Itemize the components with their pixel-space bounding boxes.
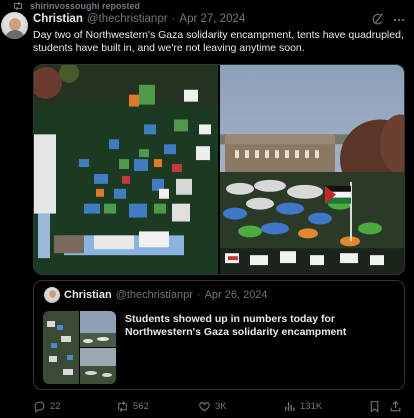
quoted-post[interactable]: Christian @thechristianpr · Apr 26, 2024… bbox=[33, 280, 405, 390]
views-button[interactable]: 131K bbox=[283, 398, 322, 414]
quoted-author-avatar bbox=[44, 287, 60, 303]
repost-button[interactable]: 562 bbox=[116, 398, 149, 414]
like-button[interactable]: 3K bbox=[198, 398, 227, 414]
share-button[interactable] bbox=[389, 398, 402, 414]
post-header: Christian @thechristianpr · Apr 27, 2024 bbox=[33, 13, 245, 25]
author-name[interactable]: Christian bbox=[33, 13, 83, 25]
bookmark-button[interactable] bbox=[368, 398, 381, 414]
views-count: 131K bbox=[300, 400, 323, 412]
like-icon bbox=[199, 401, 210, 411]
header-separator: · bbox=[171, 13, 176, 25]
action-bar: 22 562 3K 131K bbox=[33, 398, 409, 414]
repost-indicator[interactable]: shirinvossoughi reposted bbox=[12, 0, 140, 12]
author-handle[interactable]: @thechristianpr bbox=[87, 13, 168, 25]
repost-count: 562 bbox=[133, 400, 149, 412]
views-icon bbox=[285, 401, 295, 411]
repost-icon bbox=[118, 400, 127, 412]
quoted-author-name: Christian bbox=[64, 289, 112, 301]
quoted-post-text: Students showed up in numbers today for … bbox=[125, 313, 347, 338]
share-icon bbox=[390, 400, 401, 411]
aerial-encampment-photo[interactable] bbox=[34, 65, 218, 274]
more-icon[interactable] bbox=[392, 13, 406, 27]
quoted-media-thumbnail bbox=[43, 311, 116, 384]
quoted-post-header: Christian @thechristianpr · Apr 26, 2024 bbox=[64, 289, 268, 301]
quoted-post-date: Apr 26, 2024 bbox=[204, 289, 268, 301]
grok-icon[interactable] bbox=[371, 12, 385, 26]
repost-label: shirinvossoughi reposted bbox=[30, 1, 141, 11]
quoted-author-handle: @thechristianpr bbox=[115, 289, 193, 301]
reply-button[interactable]: 22 bbox=[33, 398, 61, 414]
post-media[interactable] bbox=[33, 64, 405, 275]
bookmark-icon bbox=[370, 400, 379, 412]
post-text: Day two of Northwestern's Gaza solidarit… bbox=[33, 29, 404, 54]
quoted-header-separator: · bbox=[196, 289, 201, 301]
reply-count: 22 bbox=[50, 400, 61, 412]
campus-encampment-photo[interactable] bbox=[220, 65, 405, 274]
repost-icon bbox=[13, 1, 23, 11]
author-avatar[interactable] bbox=[1, 12, 28, 39]
reply-icon bbox=[34, 401, 45, 413]
post-date[interactable]: Apr 27, 2024 bbox=[179, 13, 245, 25]
like-count: 3K bbox=[215, 400, 227, 412]
